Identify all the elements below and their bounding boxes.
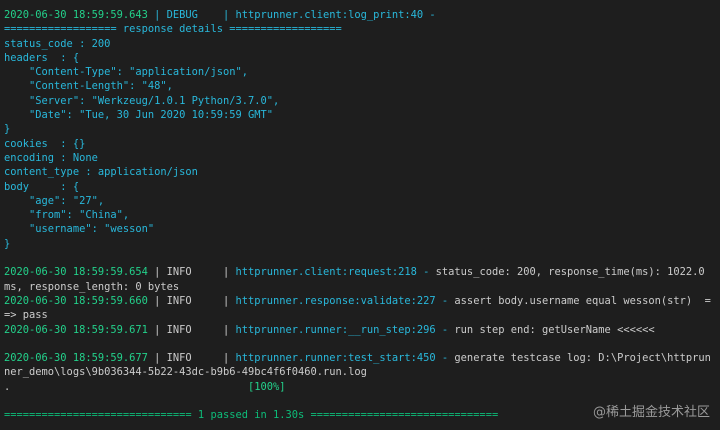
body-open: body : { — [4, 180, 720, 194]
text-segment: 2020-06-30 18:59:59.671 — [4, 323, 155, 336]
log-line: 2020-06-30 18:59:59.643 | DEBUG | httpru… — [4, 8, 720, 22]
text-segment — [4, 338, 10, 350]
body-close: } — [4, 237, 720, 251]
blank-line — [4, 337, 720, 351]
body-username: "username": "wesson" — [4, 222, 720, 236]
header-date: "Date": "Tue, 30 Jun 2020 10:59:59 GMT" — [4, 108, 720, 122]
text-segment: } — [4, 123, 11, 136]
cookies: cookies : {} — [4, 137, 720, 151]
text-segment: ner_demo\logs\9b036344-5b22-43dc-b9b6-49… — [4, 366, 367, 379]
header-content-length: "Content-Length": "48", — [4, 79, 720, 93]
text-segment: | INFO | — [154, 266, 236, 279]
text-segment: httprunner.runner:test_start:450 - — [235, 352, 455, 365]
text-segment: status_code : 200 — [4, 37, 111, 50]
text-segment: httprunner.response:validate:227 - — [235, 294, 455, 307]
text-segment: httprunner.client:log_print:40 - — [235, 9, 436, 21]
status-code: status_code : 200 — [4, 37, 720, 51]
text-segment: content_type : application/json — [4, 166, 198, 179]
text-segment: generate testcase log: D:\Project\httpru… — [454, 352, 711, 365]
log-line: 2020-06-30 18:59:59.671 | INFO | httprun… — [4, 323, 720, 337]
log-line-wrap: ner_demo\logs\9b036344-5b22-43dc-b9b6-49… — [4, 365, 720, 379]
log-line: 2020-06-30 18:59:59.677 | INFO | httprun… — [4, 351, 720, 365]
text-segment: 2020-06-30 18:59:59.660 — [4, 294, 155, 307]
terminal-output: 2020-06-30 18:59:59.643 | DEBUG | httpru… — [4, 8, 720, 423]
text-segment: "age": "27", — [4, 194, 105, 207]
text-segment: run step end: getUserName <<<<<< — [454, 323, 655, 336]
text-segment: ================== response details ====… — [4, 23, 342, 36]
text-segment: "Content-Type": "application/json", — [4, 66, 248, 79]
text-segment: "Server": "Werkzeug/1.0.1 Python/3.7.0", — [4, 94, 280, 107]
text-segment: } — [4, 237, 11, 250]
text-segment: headers : { — [4, 51, 80, 64]
text-segment — [4, 395, 10, 407]
text-segment: body : { — [4, 180, 80, 193]
log-line: 2020-06-30 18:59:59.654 | INFO | httprun… — [4, 265, 720, 279]
text-segment: httprunner.runner:__run_step:296 - — [235, 323, 455, 336]
text-segment: encoding : None — [4, 151, 98, 164]
header-server: "Server": "Werkzeug/1.0.1 Python/3.7.0", — [4, 94, 720, 108]
text-segment: "Date": "Tue, 30 Jun 2020 10:59:59 GMT" — [4, 109, 273, 122]
progress-line: . [100%] — [4, 380, 720, 394]
text-segment: | DEBUG | — [154, 9, 236, 21]
text-segment: [100%] — [10, 380, 286, 393]
response-details-header: ================== response details ====… — [4, 22, 720, 36]
headers-open: headers : { — [4, 51, 720, 65]
text-segment: | INFO | — [154, 294, 236, 307]
log-line-wrap: ms, response_length: 0 bytes — [4, 280, 720, 294]
watermark-text: @稀土掘金技术社区 — [592, 405, 710, 420]
text-segment: ============================== 1 passed … — [4, 409, 499, 422]
text-segment: 2020-06-30 18:59:59.677 — [4, 352, 155, 365]
text-segment: cookies : {} — [4, 137, 86, 150]
text-segment: assert body.username equal wesson(str) = — [454, 294, 711, 307]
body-age: "age": "27", — [4, 194, 720, 208]
log-line-wrap: => pass — [4, 308, 720, 322]
text-segment: "from": "China", — [4, 209, 130, 222]
text-segment: ms, response_length: 0 bytes — [4, 280, 180, 293]
text-segment: 2020-06-30 18:59:59.643 — [4, 9, 155, 21]
text-segment: 2020-06-30 18:59:59.654 — [4, 266, 155, 279]
header-content-type: "Content-Type": "application/json", — [4, 65, 720, 79]
text-segment: | INFO | — [154, 323, 236, 336]
text-segment: status_code: 200, response_time(ms): 102… — [435, 266, 705, 279]
log-line: 2020-06-30 18:59:59.660 | INFO | httprun… — [4, 294, 720, 308]
content-type: content_type : application/json — [4, 165, 720, 179]
encoding: encoding : None — [4, 151, 720, 165]
headers-close: } — [4, 122, 720, 136]
blank-line — [4, 251, 720, 265]
text-segment: "username": "wesson" — [4, 223, 155, 236]
body-from: "from": "China", — [4, 208, 720, 222]
text-segment — [4, 252, 10, 264]
text-segment: "Content-Length": "48", — [4, 80, 173, 93]
text-segment: => pass — [4, 309, 48, 322]
text-segment: | INFO | — [154, 352, 236, 365]
text-segment: httprunner.client:request:218 - — [235, 266, 436, 279]
